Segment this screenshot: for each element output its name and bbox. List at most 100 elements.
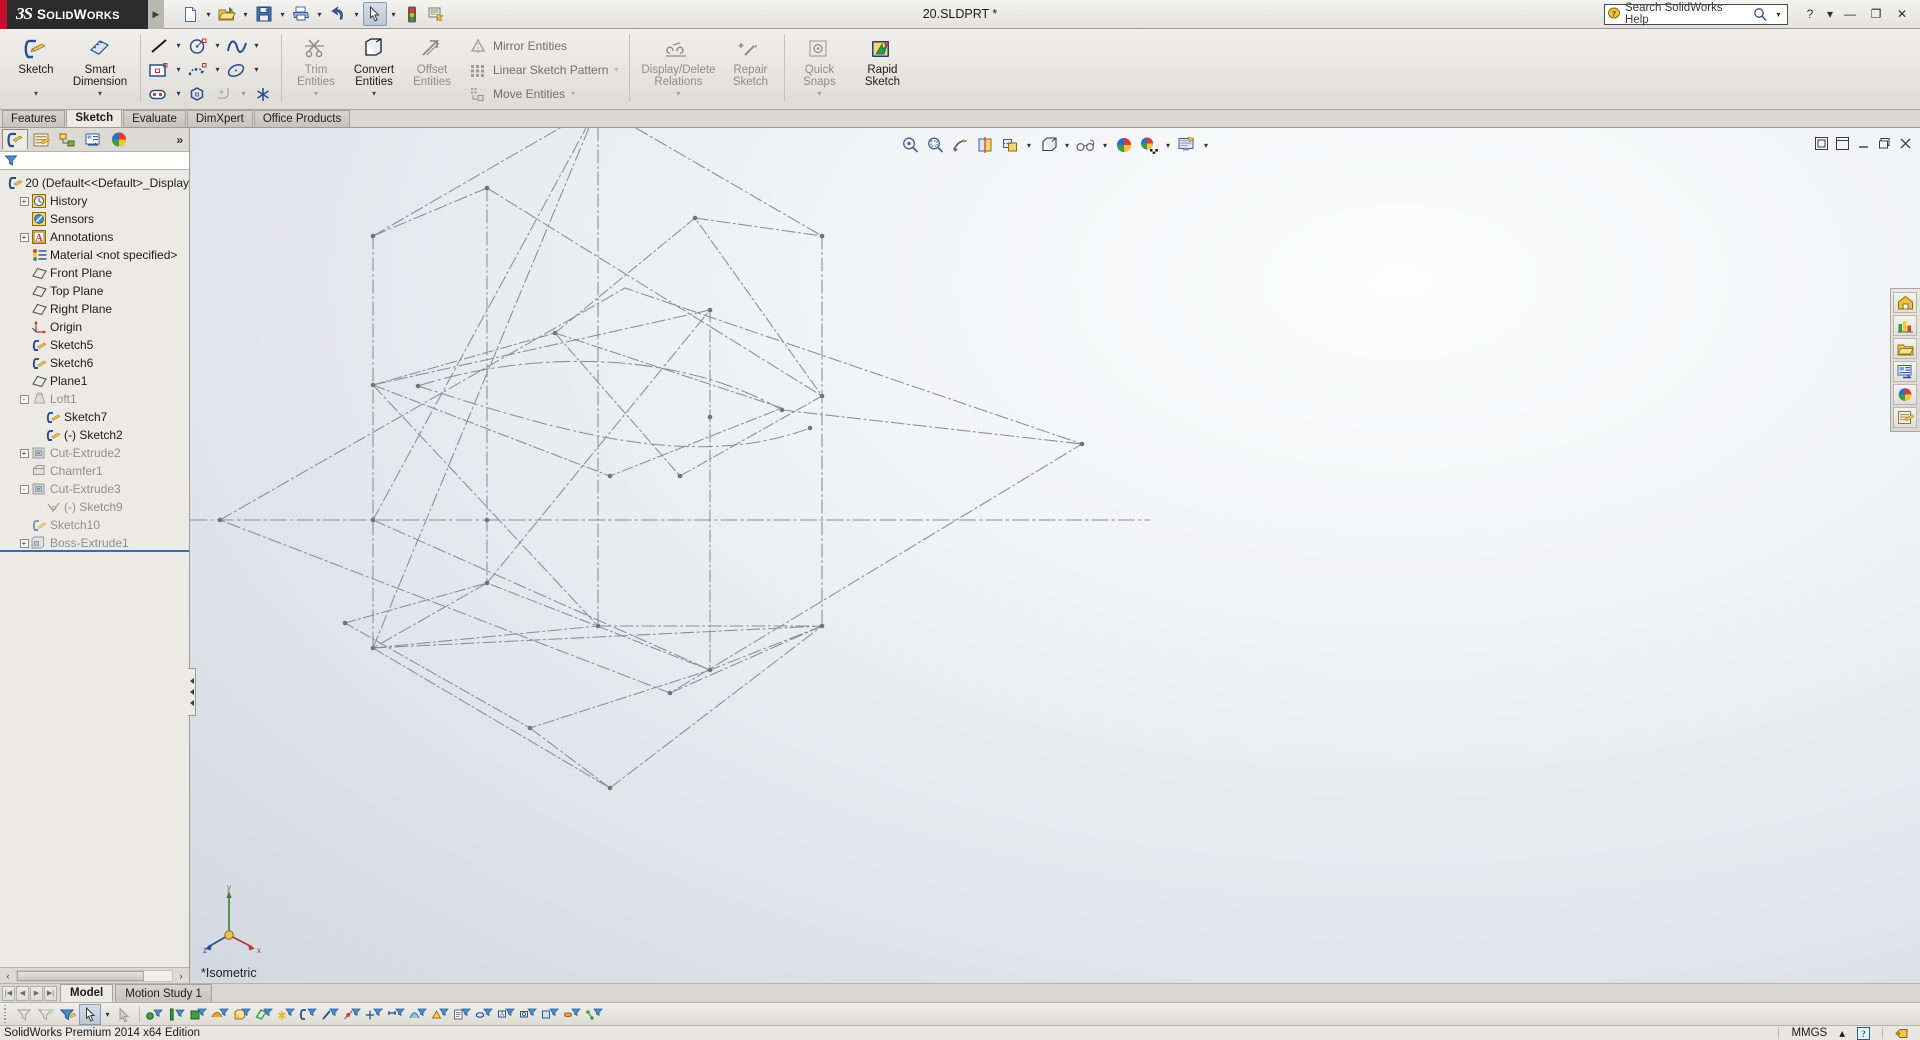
qat-options[interactable] [424, 1, 448, 28]
feature-tree-tab[interactable] [2, 129, 28, 150]
options-gear-icon[interactable] [424, 2, 448, 26]
help-button[interactable]: ? [1798, 3, 1822, 25]
feature-tree-item[interactable]: - Cut-Extrude3 [0, 480, 189, 498]
qat-undo[interactable]: ▾ [326, 1, 363, 28]
chevron-down-icon[interactable]: ▾ [202, 2, 215, 26]
filter-vertex-icon[interactable] [143, 1004, 165, 1025]
feature-tree-item[interactable]: - Loft1 [0, 390, 189, 408]
view-palette-icon[interactable] [1893, 361, 1917, 382]
point-star-icon[interactable] [250, 83, 276, 105]
qat-print-document[interactable]: ▾ [289, 1, 326, 28]
feature-tree-item[interactable]: + History [0, 192, 189, 210]
qat-open-document[interactable]: ▾ [215, 1, 252, 28]
feature-tree-item[interactable]: Material <not specified> [0, 246, 189, 264]
status-units[interactable]: MMGS [1791, 1027, 1827, 1039]
graphics-area[interactable]: ▾ ▾ ▾ ▾ ▾ y x z *Isometric [190, 128, 1920, 983]
help-chevron-down-icon[interactable]: ▾ [1824, 3, 1836, 25]
sketch-vertex-point[interactable] [527, 725, 533, 731]
chevron-down-icon[interactable]: ▾ [287, 88, 345, 100]
feature-tree-item[interactable]: Sketch7 [0, 408, 189, 426]
sketch-vertex-point[interactable] [595, 623, 601, 629]
traffic-light-icon[interactable] [400, 2, 424, 26]
save-disk-icon[interactable] [252, 2, 276, 26]
status-help-icon[interactable]: ? [1857, 1026, 1870, 1040]
circle-icon[interactable] [185, 35, 211, 57]
view-settings-icon[interactable] [1175, 134, 1199, 156]
new-doc-icon[interactable] [178, 2, 202, 26]
sketch-vertex-point[interactable] [370, 382, 376, 388]
repair-sketch-button[interactable]: Repair Sketch [721, 31, 779, 99]
feature-tree-item[interactable]: Sketch10 [0, 516, 189, 534]
filter-dowel-icon[interactable] [561, 1004, 583, 1025]
design-library-icon[interactable] [1893, 315, 1917, 336]
sketch-vertex-point[interactable] [707, 667, 713, 673]
chevron-down-icon[interactable]: ▾ [1099, 134, 1111, 156]
chevron-down-icon[interactable]: ▾ [1023, 134, 1035, 156]
tab-evaluate[interactable]: Evaluate [123, 110, 186, 127]
filter-block-icon[interactable] [539, 1004, 561, 1025]
scrollbar-track[interactable] [16, 969, 173, 982]
hide-show-glasses-icon[interactable] [1074, 134, 1098, 156]
filter-funnel-icon[interactable] [4, 154, 18, 167]
feature-tree-item[interactable]: Sensors [0, 210, 189, 228]
filter-connection-icon[interactable] [583, 1004, 605, 1025]
select-chevron-down-icon[interactable]: ▾ [101, 1002, 114, 1026]
search-chevron-down-icon[interactable]: ▾ [1772, 2, 1785, 26]
clear-filter-icon[interactable] [114, 1004, 136, 1025]
chevron-down-icon[interactable]: ▾ [276, 2, 289, 26]
open-folder-icon[interactable] [215, 2, 239, 26]
filter-axis-icon[interactable] [165, 1004, 187, 1025]
cursor-arrow-icon[interactable] [363, 2, 387, 26]
previous-view-icon[interactable] [948, 134, 972, 156]
filter-solid-icon[interactable] [231, 1004, 253, 1025]
filter-weld-icon[interactable] [429, 1004, 451, 1025]
feature-tree-item[interactable]: Front Plane [0, 264, 189, 282]
tab-sketch[interactable]: Sketch [66, 109, 123, 127]
dimxpert-manager-tab[interactable] [80, 129, 106, 150]
home-resources-icon[interactable] [1893, 292, 1917, 313]
sketch-vertex-point[interactable] [484, 185, 490, 191]
apply-scene-icon[interactable] [1137, 134, 1161, 156]
printer-icon[interactable] [289, 2, 313, 26]
filter-sketch-seg-icon[interactable] [319, 1004, 341, 1025]
tree-expander-toggle[interactable]: + [18, 228, 30, 246]
feature-manager-expand-chevron[interactable]: » [176, 133, 183, 147]
chevron-down-icon[interactable]: ▾ [350, 2, 363, 26]
move-entities-row[interactable]: Move Entities ▾ [467, 82, 624, 105]
linear-sketch-pattern-row[interactable]: Linear Sketch Pattern ▾ [467, 58, 624, 81]
qat-new-document[interactable]: ▾ [178, 1, 215, 28]
chevron-down-icon[interactable]: ▾ [387, 2, 400, 26]
quick-snaps-button[interactable]: Quick Snaps ▾ [790, 31, 848, 99]
chevron-down-icon[interactable]: ▾ [565, 89, 581, 98]
close-button[interactable]: ✕ [1890, 3, 1914, 25]
sketch-vertex-point[interactable] [692, 215, 698, 221]
sketch-vertex-point[interactable] [667, 690, 673, 696]
feature-tree-item[interactable]: Top Plane [0, 282, 189, 300]
search-magnifier-icon[interactable] [1753, 7, 1768, 22]
chevron-down-icon[interactable]: ▾ [1200, 134, 1212, 156]
sketch-vertex-point[interactable] [819, 393, 825, 399]
nav-prev[interactable]: ◀ [16, 985, 29, 1001]
feature-tree-item[interactable]: Origin [0, 318, 189, 336]
bottom-tab-motion-study[interactable]: Motion Study 1 [115, 984, 212, 1002]
sketch-vertex-point[interactable] [370, 645, 376, 651]
chevron-down-icon[interactable]: ▾ [239, 2, 252, 26]
sketch-vertex-point[interactable] [552, 330, 558, 336]
filter-dimension-icon[interactable] [385, 1004, 407, 1025]
sketch-wireframe[interactable] [190, 128, 1920, 983]
minimize-icon[interactable] [1854, 134, 1872, 152]
qat-select-tool[interactable]: ▾ [363, 1, 400, 28]
filter-plane-icon[interactable] [253, 1004, 275, 1025]
sketch-button[interactable]: Sketch ▾ [7, 31, 65, 99]
search-solidworks-help[interactable]: ? Search SolidWorks Help ▾ [1604, 2, 1788, 26]
filter-note-icon[interactable] [451, 1004, 473, 1025]
toolbar-grip[interactable] [2, 1005, 10, 1023]
sketch-vertex-point[interactable] [607, 785, 613, 791]
sketch-vertex-point[interactable] [819, 623, 825, 629]
file-explorer-folder-icon[interactable] [1893, 338, 1917, 359]
view-orientation-icon[interactable] [998, 134, 1022, 156]
configuration-manager-tab[interactable] [54, 129, 80, 150]
rectangle-icon[interactable] [146, 59, 172, 81]
sketch-vertex-point[interactable] [484, 517, 490, 523]
chevron-down-icon[interactable]: ▾ [172, 82, 185, 106]
